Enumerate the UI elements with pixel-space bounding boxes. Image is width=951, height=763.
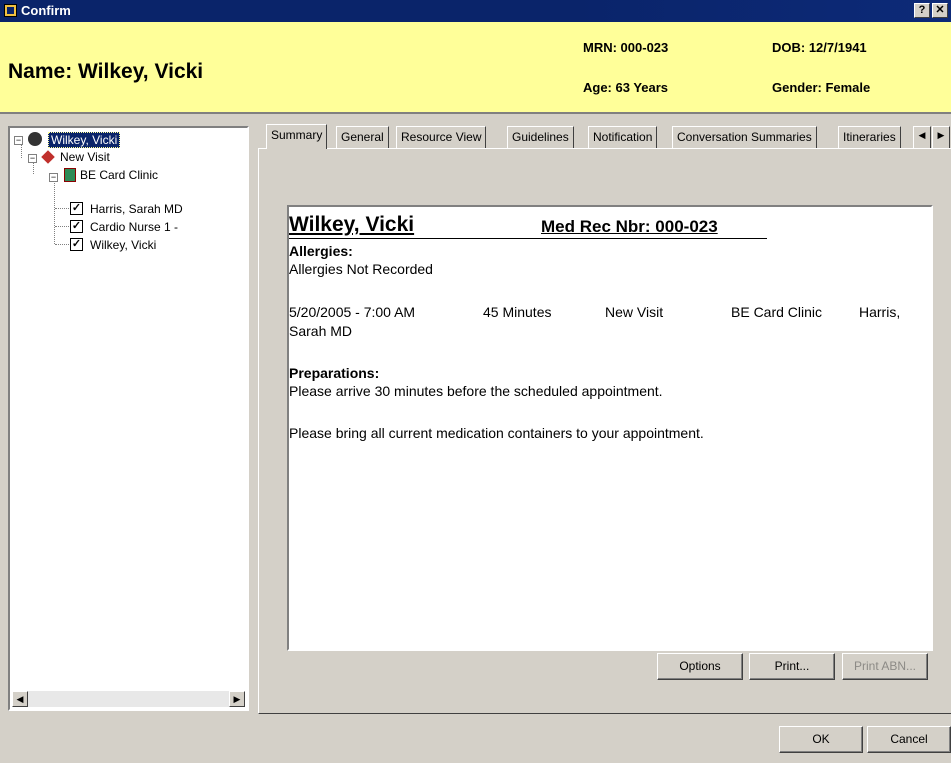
visit-icon — [41, 150, 55, 164]
tree-connector — [55, 208, 69, 209]
options-button[interactable]: Options — [657, 653, 743, 680]
preparation-item: Please arrive 30 minutes before the sche… — [289, 383, 663, 399]
tab-itineraries[interactable]: Itineraries — [838, 126, 901, 148]
horizontal-scrollbar[interactable]: ◀ ▶ — [12, 691, 245, 707]
ok-button[interactable]: OK — [779, 726, 863, 753]
window-title: Confirm — [21, 3, 71, 18]
tab-general[interactable]: General — [336, 126, 389, 148]
clinic-icon — [64, 168, 76, 182]
print-abn-button[interactable]: Print ABN... — [842, 653, 928, 680]
tree-node-resource[interactable]: Wilkey, Vicki — [90, 238, 156, 252]
allergies-value: Allergies Not Recorded — [289, 261, 433, 277]
tab-conversation-summaries[interactable]: Conversation Summaries — [672, 126, 817, 148]
checkbox-icon[interactable]: ✓ — [70, 238, 83, 251]
summary-patient-name: Wilkey, Vicki — [289, 213, 415, 236]
summary-med-rec: Med Rec Nbr: 000-023 — [541, 217, 718, 236]
collapse-icon[interactable]: − — [14, 136, 23, 145]
help-button[interactable]: ? — [914, 3, 930, 18]
summary-panel: Wilkey, Vicki Med Rec Nbr: 000-023 Aller… — [258, 148, 951, 714]
summary-document: Wilkey, Vicki Med Rec Nbr: 000-023 Aller… — [287, 205, 933, 651]
tree-node-resource[interactable]: Cardio Nurse 1 - — [90, 220, 178, 234]
tab-guidelines[interactable]: Guidelines — [507, 126, 574, 148]
appointment-duration: 45 Minutes — [483, 304, 552, 320]
tab-summary[interactable]: Summary — [266, 124, 328, 149]
gender-label: Gender: Female — [772, 80, 871, 95]
checkbox-icon[interactable]: ✓ — [70, 202, 83, 215]
dob-label: DOB: 12/7/1941 — [772, 40, 867, 55]
banner-divider — [0, 112, 951, 114]
print-button[interactable]: Print... — [749, 653, 835, 680]
collapse-icon[interactable]: − — [49, 173, 58, 182]
close-button[interactable]: ✕ — [932, 3, 948, 18]
cancel-button[interactable]: Cancel — [867, 726, 951, 753]
preparation-item: Please bring all current medication cont… — [289, 425, 704, 441]
allergies-label: Allergies: — [289, 243, 353, 259]
tree-root-patient[interactable]: Wilkey, Vicki — [48, 132, 121, 148]
appointment-provider-cont: Sarah MD — [289, 323, 353, 339]
tree-connector — [55, 244, 69, 245]
tab-scroll-left-icon[interactable]: ◀ — [913, 126, 931, 148]
appointment-date: 5/20/2005 - 7:00 AM — [289, 304, 416, 320]
preparations-label: Preparations: — [289, 365, 380, 381]
age-label: Age: 63 Years — [583, 80, 669, 95]
tree-connector — [55, 226, 69, 227]
collapse-icon[interactable]: − — [28, 154, 37, 163]
patient-icon — [28, 132, 42, 146]
app-icon — [4, 4, 17, 17]
tab-scroll-right-icon[interactable]: ▶ — [932, 126, 950, 148]
scroll-right-icon[interactable]: ▶ — [229, 691, 245, 707]
scroll-left-icon[interactable]: ◀ — [12, 691, 28, 707]
patient-name: Name: Wilkey, Vicki — [8, 60, 204, 83]
header-underline — [289, 238, 767, 239]
tree-node-resource[interactable]: Harris, Sarah MD — [90, 202, 183, 216]
appointment-tree[interactable]: − Wilkey, Vicki − New Visit − BE Card Cl… — [8, 126, 249, 711]
tree-connector — [54, 180, 55, 244]
tree-node-visit[interactable]: New Visit — [60, 150, 110, 164]
patient-banner: Name: Wilkey, Vicki MRN: 000-023 Age: 63… — [0, 22, 951, 112]
tab-resource-view[interactable]: Resource View — [396, 126, 487, 148]
checkbox-icon[interactable]: ✓ — [70, 220, 83, 233]
appointment-provider: Harris, — [859, 304, 901, 320]
mrn-label: MRN: 000-023 — [583, 40, 669, 55]
tree-node-clinic[interactable]: BE Card Clinic — [80, 168, 158, 182]
tab-control: Summary General Resource View Guidelines… — [258, 124, 951, 716]
title-bar: Confirm ? ✕ — [0, 0, 951, 22]
appointment-location: BE Card Clinic — [731, 304, 823, 320]
appointment-type: New Visit — [605, 304, 664, 320]
tree-connector — [21, 143, 22, 158]
tab-notification[interactable]: Notification — [588, 126, 658, 148]
